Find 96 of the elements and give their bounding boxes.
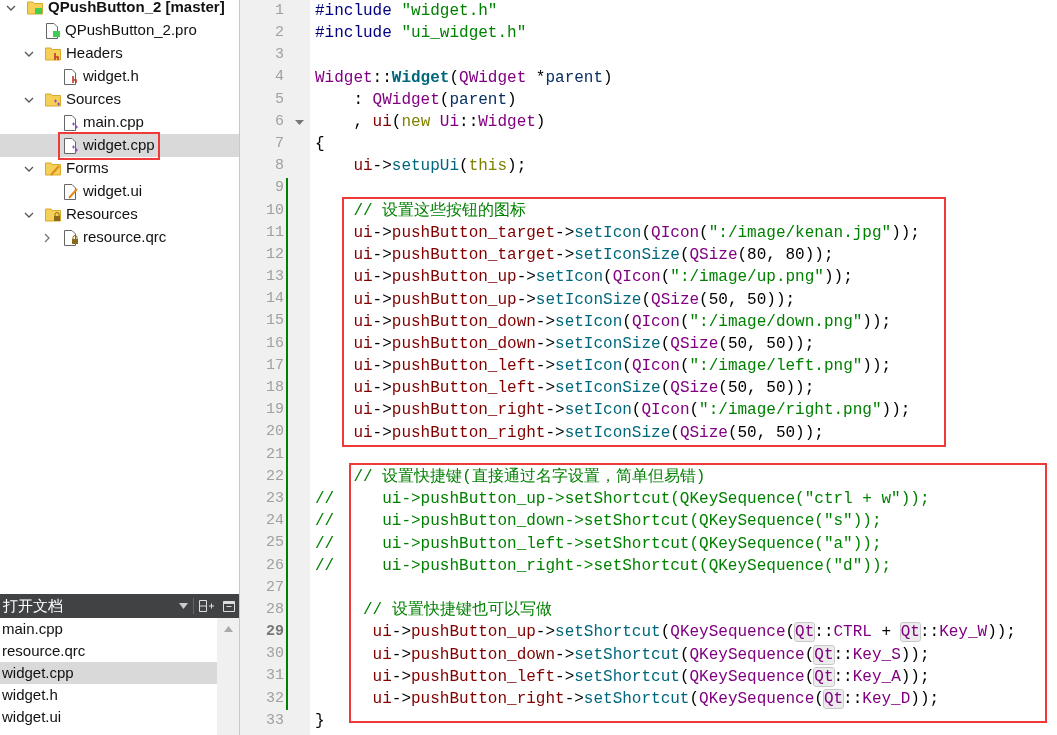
line-number: 30 (265, 644, 284, 665)
line-number: 17 (265, 355, 284, 376)
code-line: // ui->pushButton_down->setShortcut(QKeySequence("s")); (314, 511, 882, 533)
tree-item[interactable]: main.cpp (0, 111, 239, 134)
line-number: 8 (274, 156, 284, 177)
code-line: { (314, 134, 325, 156)
code-line: ui->pushButton_right->setShortcut(QKeySequence(Qt::Key_D)); (371, 688, 940, 710)
tree-item[interactable]: Headers (0, 42, 239, 65)
panel-title: 打开文档 (3, 595, 64, 616)
open-document-item[interactable]: resource.qrc (0, 640, 217, 662)
line-number: 6 (274, 111, 284, 132)
code-line: ui->pushButton_left->setShortcut(QKeySequence(Qt::Key_A)); (371, 666, 930, 688)
line-number: 21 (265, 444, 284, 465)
file-icon (63, 68, 78, 85)
tree-item[interactable]: Resources (0, 203, 239, 226)
tree-item[interactable]: QPushButton_2 [master] (0, 0, 239, 19)
tree-item[interactable]: widget.ui (0, 180, 239, 203)
code-line: #include "ui_widget.h" (314, 23, 527, 45)
folder-icon (45, 161, 61, 176)
line-number: 25 (265, 533, 284, 554)
open-document-item[interactable]: widget.h (0, 684, 217, 706)
line-number: 4 (274, 67, 284, 88)
file-icon (63, 137, 78, 154)
code-line: ui->pushButton_left->setIconSize(QSize(50, 50)); (352, 378, 815, 400)
file-icon (45, 22, 60, 39)
code-line: , ui(new Ui::Widget) (352, 112, 546, 134)
code-line: } (314, 711, 325, 733)
close-panel-icon[interactable] (223, 600, 235, 612)
line-number: 11 (265, 222, 284, 243)
line-number: 3 (274, 45, 284, 66)
line-number: 2 (274, 23, 284, 44)
tree-item[interactable]: widget.h (0, 65, 239, 88)
line-number: 23 (265, 488, 284, 509)
line-number: 29 (265, 622, 284, 643)
folder-icon (45, 92, 61, 107)
line-number: 7 (274, 133, 284, 154)
line-number: 27 (265, 577, 284, 598)
tree-item[interactable]: resource.qrc (0, 226, 239, 249)
line-number: 20 (265, 422, 284, 443)
code-line: ui->pushButton_right->setIconSize(QSize(50, 50)); (352, 422, 824, 444)
code-line: ui->pushButton_left->setIcon(QIcon(":/image/left.png")); (352, 356, 892, 378)
code-line: ui->pushButton_target->setIconSize(QSize(80, 80)); (352, 245, 834, 267)
line-number: 14 (265, 289, 284, 310)
file-icon (63, 229, 78, 246)
line-number: 9 (274, 178, 284, 199)
folder-icon (45, 207, 61, 222)
tree-item[interactable]: QPushButton_2.pro (0, 19, 239, 42)
folder-icon (45, 46, 61, 61)
code-line: ui->pushButton_up->setIconSize(QSize(50, 50)); (352, 289, 796, 311)
file-icon (63, 114, 78, 131)
scrollbar[interactable] (217, 618, 239, 735)
code-line: // ui->pushButton_up->setShortcut(QKeySequence("ctrl + w")); (314, 489, 930, 511)
line-number: 24 (265, 511, 284, 532)
line-number: 22 (265, 466, 284, 487)
tree-item[interactable]: Forms (0, 157, 239, 180)
line-number: 31 (265, 666, 284, 687)
line-number: 13 (265, 267, 284, 288)
code-line: ui->pushButton_right->setIcon(QIcon(":/image/right.png")); (352, 400, 911, 422)
line-number: 5 (274, 89, 284, 110)
line-number: 32 (265, 688, 284, 709)
chevron-right-icon[interactable] (42, 232, 52, 243)
open-document-item[interactable]: widget.cpp (0, 662, 217, 684)
line-number: 28 (265, 599, 284, 620)
code-line: ui->setupUi(this); (352, 156, 527, 178)
line-number: 18 (265, 378, 284, 399)
line-number: 33 (265, 710, 284, 731)
code-line: ui->pushButton_down->setShortcut(QKeySequence(Qt::Key_S)); (371, 644, 930, 666)
code-line: // 设置快捷键也可以写做 (362, 600, 552, 622)
code-line: Widget::Widget(QWidget *parent) (314, 67, 613, 89)
line-number: 26 (265, 555, 284, 576)
code-line: // ui->pushButton_right->setShortcut(QKeySequence("d")); (314, 555, 892, 577)
folder-icon (27, 0, 43, 15)
tree-item[interactable]: Sources (0, 88, 239, 111)
line-number: 15 (265, 311, 284, 332)
dropdown-caret-icon[interactable] (179, 603, 188, 609)
code-line: ui->pushButton_up->setIcon(QIcon(":/image/up.png")); (352, 267, 853, 289)
fold-marker-icon[interactable] (294, 119, 304, 125)
line-number: 10 (265, 200, 284, 221)
code-line: ui->pushButton_up->setShortcut(QKeySequence(Qt::CTRL + Qt::Key_W)); (371, 622, 1016, 644)
code-line: ui->pushButton_target->setIcon(QIcon(":/image/kenan.jpg")); (352, 222, 920, 244)
code-line: : QWidget(parent) (352, 89, 517, 111)
line-number: 19 (265, 400, 284, 421)
code-line: // ui->pushButton_left->setShortcut(QKeySequence("a")); (314, 533, 882, 555)
line-number: 1 (274, 0, 284, 21)
code-line: // 设置这些按钮的图标 (352, 200, 527, 222)
line-number: 12 (265, 244, 284, 265)
open-document-item[interactable]: main.cpp (0, 618, 217, 640)
split-icon[interactable] (199, 600, 214, 612)
code-line: ui->pushButton_down->setIconSize(QSize(50, 50)); (352, 333, 815, 355)
code-line: // 设置快捷键(直接通过名字设置，简单但易错) (352, 466, 706, 489)
code-line: #include "widget.h" (314, 1, 498, 23)
code-line: ui->pushButton_down->setIcon(QIcon(":/image/down.png")); (352, 311, 892, 333)
open-document-item[interactable]: widget.ui (0, 706, 217, 728)
tree-item[interactable]: widget.cpp (0, 134, 239, 157)
line-number: 16 (265, 333, 284, 354)
file-icon (63, 183, 78, 200)
